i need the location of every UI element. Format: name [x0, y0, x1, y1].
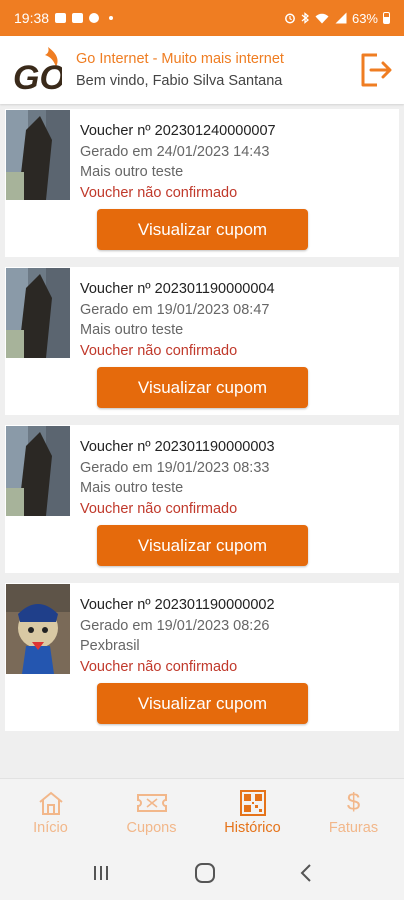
- voucher-description: Mais outro teste: [80, 322, 184, 338]
- dollar-icon: $: [346, 789, 361, 816]
- welcome-text: Bem vindo, Fabio Silva Santana: [76, 72, 283, 89]
- youtube-icon: [72, 13, 84, 23]
- voucher-status: Voucher não confirmado: [80, 342, 238, 359]
- system-navigation-bar: [0, 846, 404, 900]
- voucher-number: Voucher nº 202301190000002: [80, 597, 275, 613]
- bluetooth-icon: [301, 12, 309, 24]
- nav-label: Cupons: [126, 820, 177, 836]
- voucher-date: Gerado em 19/01/2023 08:47: [80, 301, 270, 318]
- app-header: GO Go Internet - Muito mais internet Bem…: [0, 36, 404, 104]
- recent-apps-button[interactable]: [91, 864, 111, 882]
- voucher-photo: [6, 268, 70, 358]
- view-coupon-button[interactable]: Visualizar cupom: [97, 525, 308, 566]
- view-coupon-button[interactable]: Visualizar cupom: [97, 209, 308, 250]
- qr-code-icon: [239, 790, 266, 816]
- go-logo: GO: [12, 45, 66, 97]
- alarm-icon: [285, 13, 295, 24]
- signal-icon: [335, 12, 347, 24]
- voucher-status: Voucher não confirmado: [80, 184, 238, 201]
- logout-icon: [361, 53, 392, 87]
- voucher-status: Voucher não confirmado: [80, 500, 238, 517]
- nav-item-inicio[interactable]: Início: [0, 779, 101, 846]
- voucher-photo: [6, 110, 70, 200]
- voucher-card: Voucher nº 202301190000002 Gerado em 19/…: [5, 583, 399, 731]
- bottom-navigation: Início Cupons Histórico $ Faturas: [0, 778, 404, 846]
- voucher-description: Mais outro teste: [80, 480, 184, 496]
- voucher-photo: [6, 426, 70, 516]
- facebook-icon: [89, 13, 100, 23]
- nav-item-faturas[interactable]: $ Faturas: [303, 779, 404, 846]
- view-coupon-button[interactable]: Visualizar cupom: [97, 683, 308, 724]
- nav-label: Início: [33, 820, 68, 836]
- nav-label: Faturas: [328, 820, 379, 836]
- wifi-icon: [315, 13, 329, 23]
- voucher-status: Voucher não confirmado: [80, 658, 238, 675]
- nav-label: Histórico: [224, 820, 281, 836]
- voucher-number: Voucher nº 202301240000007: [80, 123, 276, 139]
- status-time: 19:38: [14, 10, 50, 26]
- voucher-date: Gerado em 19/01/2023 08:26: [80, 617, 270, 634]
- nav-item-cupons[interactable]: Cupons: [101, 779, 202, 846]
- voucher-card: Voucher nº 202301190000004 Gerado em 19/…: [5, 267, 399, 415]
- voucher-number: Voucher nº 202301190000004: [80, 281, 275, 297]
- nav-item-historico[interactable]: Histórico: [202, 779, 303, 846]
- home-button[interactable]: [194, 862, 216, 884]
- voucher-card: Voucher nº 202301240000007 Gerado em 24/…: [5, 109, 399, 257]
- voucher-date: Gerado em 19/01/2023 08:33: [80, 459, 270, 476]
- voucher-number: Voucher nº 202301190000003: [80, 439, 275, 455]
- battery-percent: 63%: [351, 10, 378, 26]
- ticket-icon: [136, 794, 167, 812]
- view-coupon-button[interactable]: Visualizar cupom: [97, 367, 308, 408]
- back-button[interactable]: [299, 863, 313, 883]
- home-icon: [38, 791, 63, 815]
- voucher-card: Voucher nº 202301190000003 Gerado em 19/…: [5, 425, 399, 573]
- notification-dot-icon: [109, 16, 114, 20]
- voucher-description: Pexbrasil: [80, 638, 140, 654]
- gallery-icon: [55, 13, 67, 23]
- app-title: Go Internet - Muito mais internet: [76, 50, 284, 67]
- battery-icon: [383, 12, 390, 24]
- voucher-description: Mais outro teste: [80, 164, 184, 180]
- logout-button[interactable]: [356, 48, 396, 92]
- status-bar: 19:38 63%: [0, 0, 404, 36]
- voucher-photo: [6, 584, 70, 674]
- svg-text:GO: GO: [13, 59, 62, 95]
- voucher-date: Gerado em 24/01/2023 14:43: [80, 143, 270, 160]
